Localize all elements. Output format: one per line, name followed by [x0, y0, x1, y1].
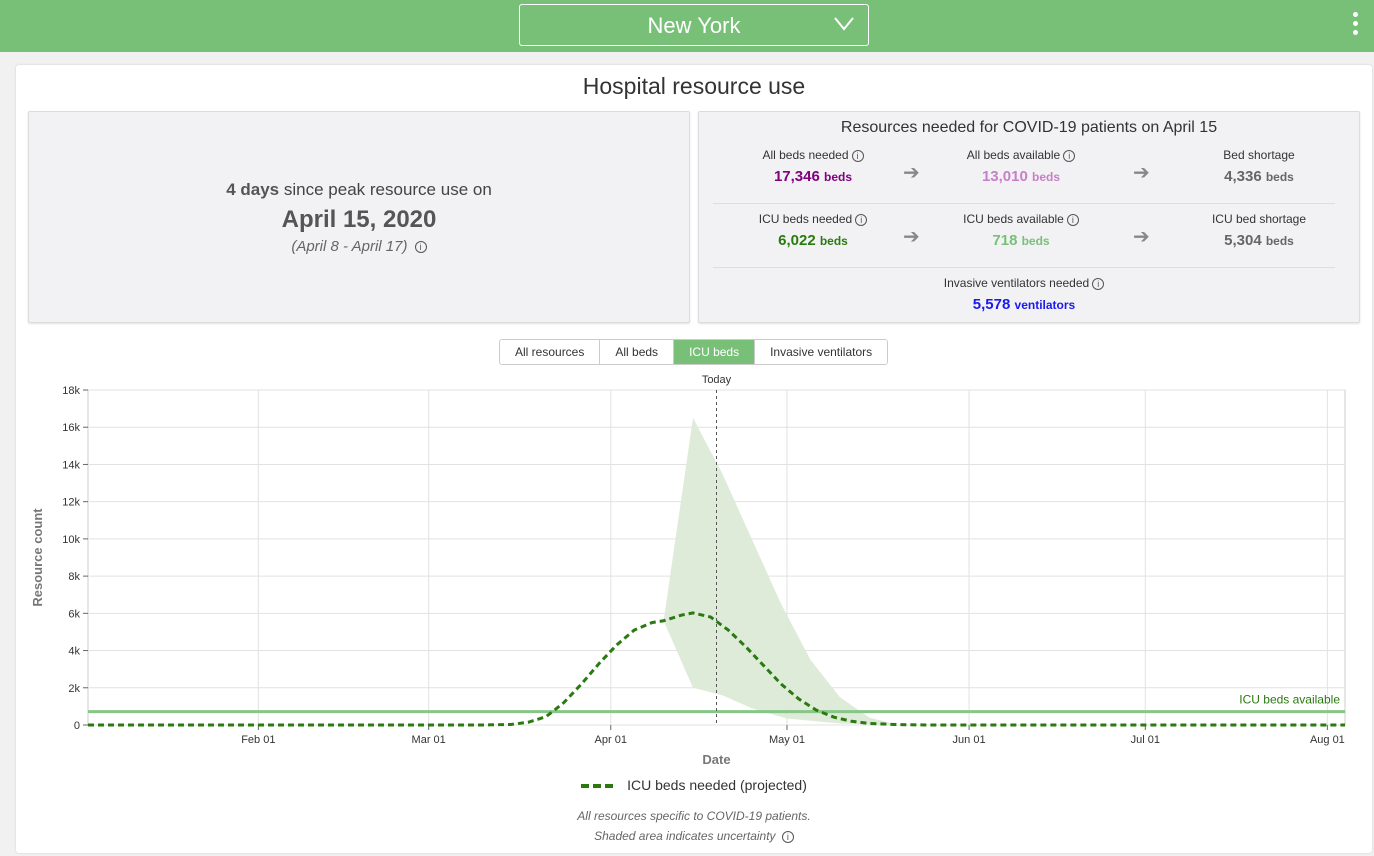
resource-card: Hospital resource use 4 days since peak … [16, 65, 1372, 853]
location-dropdown[interactable]: New York [519, 4, 869, 46]
tab-all-resources[interactable]: All resources [500, 340, 601, 364]
icu-shortage-unit: beds [1265, 234, 1294, 248]
arrow-right-icon: ➔ [1133, 226, 1150, 248]
resources-title: Resources needed for COVID-19 patients o… [840, 119, 1218, 136]
beds-needed-value: 17,346 [773, 168, 820, 185]
location-name: New York [647, 13, 741, 38]
icu-available-value: 718 [992, 232, 1018, 249]
peak-range: (April 8 - April 17) [291, 238, 408, 255]
bed-shortage-value: 4,336 [1224, 168, 1262, 185]
footnote-1: All resources specific to COVID-19 patie… [577, 809, 811, 823]
peak-days: 4 days [226, 180, 280, 199]
peak-range-row: (April 8 - April 17) i [29, 238, 689, 255]
tab-icu-beds[interactable]: ICU beds [674, 340, 756, 364]
vent-needed-unit: ventilators [1014, 298, 1076, 312]
y-tick-label: 10k [62, 534, 80, 546]
legend-label: ICU beds needed (projected) [627, 777, 807, 793]
info-icon[interactable]: i [851, 149, 864, 162]
resources-panel: Resources needed for COVID-19 patients o… [698, 111, 1360, 323]
y-axis-title: Resource count [30, 508, 45, 607]
bed-shortage-unit: beds [1265, 170, 1294, 184]
info-icon[interactable]: i [1066, 213, 1079, 226]
y-tick-label: 0 [74, 720, 80, 732]
today-label: Today [702, 374, 732, 386]
chevron-down-icon [834, 17, 854, 31]
x-tick-label: Jul 01 [1131, 734, 1160, 746]
icu-available-unit: beds [1021, 234, 1050, 248]
info-icon[interactable]: i [414, 241, 427, 254]
arrow-right-icon: ➔ [903, 226, 920, 248]
icu-needed-label: ICU beds needed [758, 212, 853, 226]
info-icon[interactable]: i [1092, 277, 1105, 290]
beds-available-value: 13,010 [981, 168, 1028, 185]
x-tick-label: Mar 01 [412, 734, 446, 746]
icu-shortage-value: 5,304 [1224, 232, 1262, 249]
icu-row: ICU beds needed i 6,022 beds ➔ ICU beds a… [713, 206, 1335, 268]
footnote-2-text: Shaded area indicates uncertainty [594, 829, 776, 843]
x-tick-label: May 01 [769, 734, 805, 746]
footnote-2: Shaded area indicates uncertainty i [16, 829, 1372, 843]
bed-shortage-label: Bed shortage [1223, 148, 1295, 162]
x-axis-title: Date [702, 752, 730, 767]
info-icon[interactable]: i [781, 830, 794, 843]
peak-date: April 15, 2020 [281, 206, 437, 233]
top-bar: New York [0, 0, 1374, 52]
vent-needed-label: Invasive ventilators needed [943, 276, 1090, 290]
beds-available-label: All beds available [966, 148, 1061, 162]
beds-row: All beds needed i 17,346 beds ➔ All beds … [713, 142, 1335, 204]
beds-needed-label: All beds needed [762, 148, 849, 162]
y-tick-label: 8k [68, 571, 80, 583]
vent-needed-value: 5,578 [972, 296, 1011, 313]
resource-tabs: All resources All beds ICU beds Invasive… [499, 339, 889, 365]
icu-shortage-label: ICU bed shortage [1211, 212, 1307, 226]
info-icon[interactable]: i [855, 213, 868, 226]
x-tick-label: Apr 01 [595, 734, 627, 746]
beds-available-unit: beds [1032, 170, 1061, 184]
ventilator-row: Invasive ventilators needed i 5,578 venti… [713, 270, 1335, 332]
y-tick-label: 2k [68, 683, 80, 695]
beds-needed-unit: beds [824, 170, 853, 184]
x-tick-label: Jun 01 [953, 734, 986, 746]
icu-available-label: ICU beds available [1239, 693, 1340, 707]
arrow-right-icon: ➔ [903, 162, 920, 184]
y-tick-label: 16k [62, 422, 80, 434]
tab-invasive-ventilators[interactable]: Invasive ventilators [755, 340, 888, 364]
icu-chart: 0 2k 4k 6k 8k 10k 12k 14k 16k 18k Feb 01 Mar 01 Apr … [30, 374, 1346, 767]
x-tick-label: Feb 01 [241, 734, 275, 746]
x-tick-label: Aug 01 [1310, 734, 1345, 746]
icu-available-label: ICU beds available [963, 212, 1064, 226]
tab-all-beds[interactable]: All beds [600, 340, 675, 364]
icu-needed-unit: beds [819, 234, 848, 248]
icu-needed-value: 6,022 [778, 232, 816, 249]
y-tick-label: 4k [68, 646, 80, 658]
peak-since-text: since peak resource use on [283, 180, 492, 199]
card-title: Hospital resource use [582, 73, 806, 99]
chart-legend: ICU beds needed (projected) [16, 777, 1372, 793]
y-tick-label: 12k [62, 497, 80, 509]
more-options-icon[interactable] [1350, 12, 1360, 40]
peak-panel: 4 days since peak resource use on April … [28, 111, 690, 323]
y-tick-label: 14k [62, 459, 80, 471]
info-icon[interactable]: i [1063, 149, 1076, 162]
y-tick-label: 18k [62, 385, 80, 397]
legend-swatch [581, 784, 614, 789]
y-tick-label: 6k [68, 608, 80, 620]
peak-summary: 4 days since peak resource use on [29, 180, 689, 200]
arrow-right-icon: ➔ [1133, 162, 1150, 184]
